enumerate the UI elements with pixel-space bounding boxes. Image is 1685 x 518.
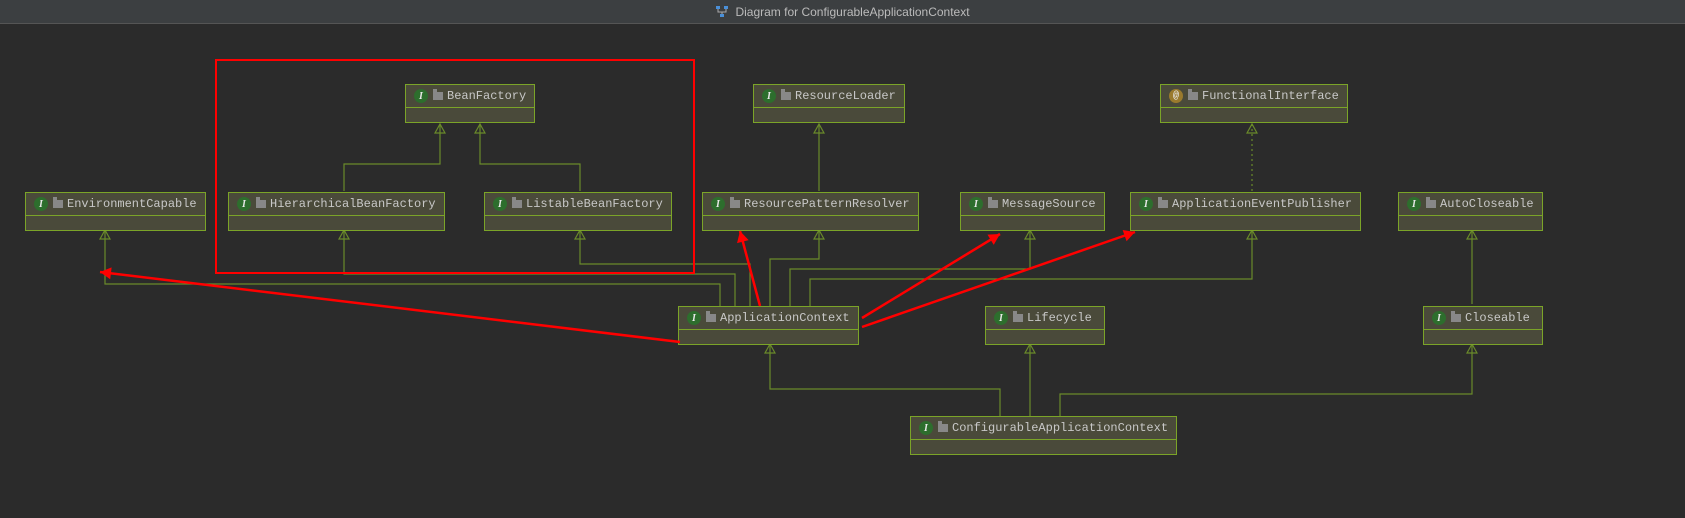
package-icon: [1013, 314, 1023, 322]
interface-icon: I: [34, 197, 48, 211]
node-label: Closeable: [1465, 311, 1530, 325]
node-label: ResourcePatternResolver: [744, 197, 910, 211]
node-listable-bean-factory[interactable]: I ListableBeanFactory: [484, 192, 672, 231]
node-hierarchical-bean-factory[interactable]: I HierarchicalBeanFactory: [228, 192, 445, 231]
package-icon: [1426, 200, 1436, 208]
package-icon: [1158, 200, 1168, 208]
interface-icon: I: [237, 197, 251, 211]
interface-icon: I: [1432, 311, 1446, 325]
diagram-canvas[interactable]: I BeanFactory I ResourceLoader @ Functional…: [0, 24, 1685, 518]
node-label: FunctionalInterface: [1202, 89, 1339, 103]
title-text: Diagram for ConfigurableApplicationConte…: [735, 5, 969, 19]
node-closeable[interactable]: I Closeable: [1423, 306, 1543, 345]
package-icon: [433, 92, 443, 100]
node-message-source[interactable]: I MessageSource: [960, 192, 1105, 231]
node-configurable-application-context[interactable]: I ConfigurableApplicationContext: [910, 416, 1177, 455]
node-label: ApplicationEventPublisher: [1172, 197, 1352, 211]
annotation-icon: @: [1169, 89, 1183, 103]
package-icon: [730, 200, 740, 208]
node-application-event-publisher[interactable]: I ApplicationEventPublisher: [1130, 192, 1361, 231]
package-icon: [781, 92, 791, 100]
interface-icon: I: [414, 89, 428, 103]
interface-icon: I: [687, 311, 701, 325]
node-label: BeanFactory: [447, 89, 526, 103]
node-application-context[interactable]: I ApplicationContext: [678, 306, 859, 345]
title-bar: Diagram for ConfigurableApplicationConte…: [0, 0, 1685, 24]
node-bean-factory[interactable]: I BeanFactory: [405, 84, 535, 123]
node-label: HierarchicalBeanFactory: [270, 197, 436, 211]
interface-icon: I: [969, 197, 983, 211]
node-lifecycle[interactable]: I Lifecycle: [985, 306, 1105, 345]
node-environment-capable[interactable]: I EnvironmentCapable: [25, 192, 206, 231]
node-label: ConfigurableApplicationContext: [952, 421, 1168, 435]
node-label: MessageSource: [1002, 197, 1096, 211]
interface-icon: I: [919, 421, 933, 435]
interface-icon: I: [762, 89, 776, 103]
node-auto-closeable[interactable]: I AutoCloseable: [1398, 192, 1543, 231]
node-label: ApplicationContext: [720, 311, 850, 325]
node-label: AutoCloseable: [1440, 197, 1534, 211]
package-icon: [53, 200, 63, 208]
package-icon: [706, 314, 716, 322]
interface-icon: I: [1139, 197, 1153, 211]
package-icon: [988, 200, 998, 208]
node-resource-pattern-resolver[interactable]: I ResourcePatternResolver: [702, 192, 919, 231]
package-icon: [938, 424, 948, 432]
package-icon: [1451, 314, 1461, 322]
interface-icon: I: [711, 197, 725, 211]
interface-icon: I: [994, 311, 1008, 325]
package-icon: [512, 200, 522, 208]
node-label: EnvironmentCapable: [67, 197, 197, 211]
diagram-icon: [715, 5, 729, 19]
node-functional-interface[interactable]: @ FunctionalInterface: [1160, 84, 1348, 123]
node-resource-loader[interactable]: I ResourceLoader: [753, 84, 905, 123]
package-icon: [1188, 92, 1198, 100]
node-label: Lifecycle: [1027, 311, 1092, 325]
package-icon: [256, 200, 266, 208]
interface-icon: I: [493, 197, 507, 211]
node-label: ResourceLoader: [795, 89, 896, 103]
node-label: ListableBeanFactory: [526, 197, 663, 211]
interface-icon: I: [1407, 197, 1421, 211]
